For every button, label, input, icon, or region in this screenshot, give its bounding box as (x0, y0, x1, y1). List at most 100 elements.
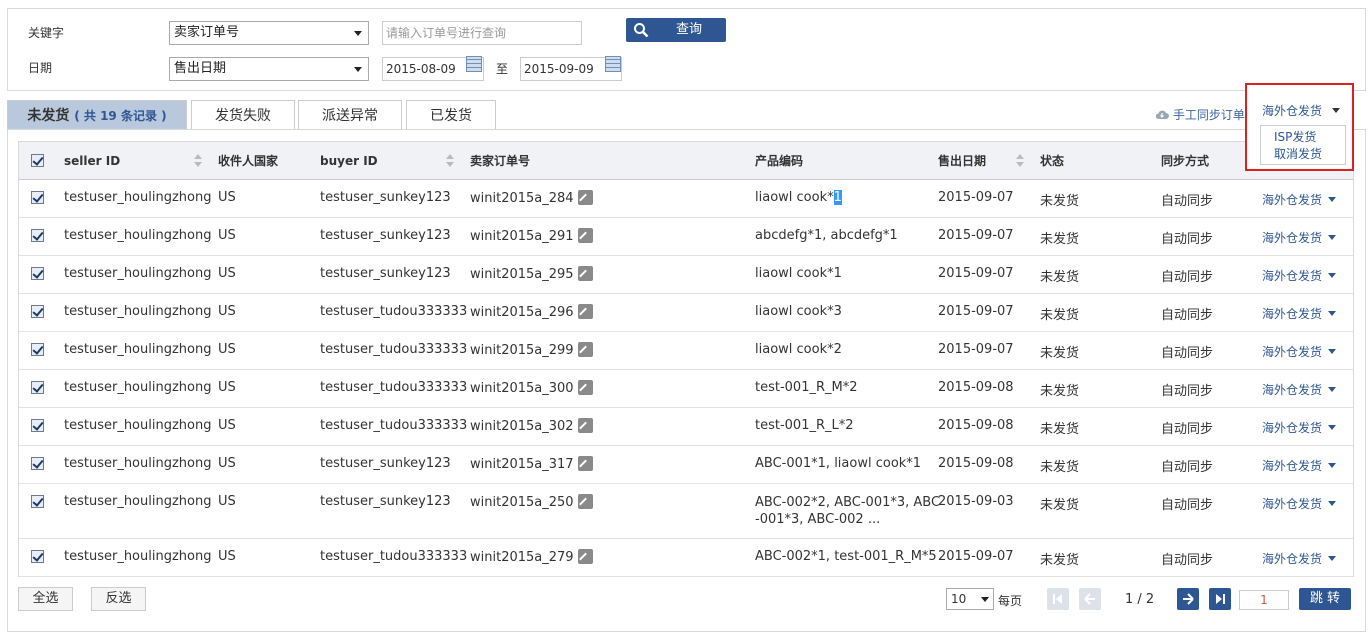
sort-icon[interactable] (1016, 154, 1024, 168)
country-cell: US (218, 380, 236, 395)
edit-icon[interactable] (577, 190, 593, 205)
row-checkbox[interactable] (31, 381, 44, 394)
tab-unshipped[interactable]: 未发货 ( 共 19 条记录 ) (7, 100, 187, 130)
calendar-icon[interactable] (466, 56, 482, 72)
col-buyer-id[interactable]: buyer ID (320, 142, 378, 180)
row-checkbox[interactable] (31, 191, 44, 204)
edit-icon[interactable] (577, 304, 593, 319)
edit-icon[interactable] (577, 494, 593, 509)
col-seller-id[interactable]: seller ID (64, 142, 120, 180)
next-page-button[interactable] (1177, 588, 1199, 610)
tab-delivery-exception[interactable]: 派送异常 (298, 100, 402, 130)
row-checkbox[interactable] (31, 419, 44, 432)
select-all-checkbox[interactable] (31, 154, 44, 167)
date-label: 日期 (28, 61, 53, 75)
product-code-cell: test-001_R_L*2 (755, 418, 854, 433)
manual-sync-link[interactable]: 手工同步订单 (1155, 106, 1245, 123)
chevron-down-icon (1328, 556, 1337, 561)
order-no-text: winit2015a_279 (470, 550, 574, 565)
row-ship-dropdown[interactable]: 海外仓发货 (1262, 267, 1337, 284)
jump-page-input[interactable]: 1 (1239, 590, 1289, 610)
sort-icon[interactable] (194, 154, 202, 168)
keyword-type-value: 卖家订单号 (174, 25, 240, 40)
status-cell: 未发货 (1040, 498, 1080, 513)
table-row: testuser_houlingzhong US testuser_sunkey12… (19, 484, 1353, 539)
col-product-code: 产品编码 (755, 154, 804, 168)
edit-icon[interactable] (577, 418, 593, 433)
edit-icon[interactable] (577, 549, 593, 564)
manual-sync-label: 手工同步订单 (1172, 108, 1245, 122)
col-sold-date[interactable]: 售出日期 (938, 142, 986, 180)
row-checkbox[interactable] (31, 550, 44, 563)
jump-button[interactable]: 跳 转 (1299, 588, 1351, 610)
row-checkbox[interactable] (31, 305, 44, 318)
search-button[interactable]: 查询 (626, 18, 726, 42)
edit-icon[interactable] (577, 228, 593, 243)
col-status: 状态 (1040, 154, 1065, 168)
row-ship-dropdown[interactable]: 海外仓发货 (1262, 343, 1337, 360)
keyword-type-select[interactable]: 卖家订单号 (169, 21, 369, 45)
row-checkbox[interactable] (31, 229, 44, 242)
row-ship-dropdown[interactable]: 海外仓发货 (1262, 305, 1337, 322)
seller-id-cell: testuser_houlingzhong (64, 304, 212, 319)
row-checkbox[interactable] (31, 267, 44, 280)
edit-icon[interactable] (577, 456, 593, 471)
tab-shipped[interactable]: 已发货 (406, 100, 496, 130)
country-cell: US (218, 494, 236, 509)
menu-item-isp-ship[interactable]: ISP发货 (1274, 128, 1316, 145)
sync-method-cell: 自动同步 (1161, 308, 1214, 323)
order-no-text: winit2015a_284 (470, 191, 574, 206)
row-ship-dropdown[interactable]: 海外仓发货 (1262, 550, 1337, 567)
prev-page-button[interactable] (1079, 588, 1101, 610)
row-checkbox[interactable] (31, 495, 44, 508)
chevron-down-icon (1328, 273, 1337, 278)
select-all-button[interactable]: 全选 (18, 587, 73, 611)
edit-icon[interactable] (577, 266, 593, 281)
chevron-down-icon (1328, 387, 1337, 392)
row-ship-label: 海外仓发货 (1262, 269, 1323, 283)
sort-icon[interactable] (446, 154, 454, 168)
order-no-text: winit2015a_250 (470, 495, 574, 510)
table-header: seller ID 收件人国家 buyer ID 卖家订单号 产品编码 售出日期… (19, 142, 1353, 180)
last-page-icon (1216, 594, 1225, 604)
buyer-id-cell: testuser_sunkey123 (320, 456, 451, 471)
last-page-button[interactable] (1209, 588, 1231, 610)
row-ship-dropdown[interactable]: 海外仓发货 (1262, 457, 1337, 474)
row-checkbox[interactable] (31, 343, 44, 356)
tab-ship-failed[interactable]: 发货失败 (191, 100, 295, 130)
row-ship-dropdown[interactable]: 海外仓发货 (1262, 381, 1337, 398)
order-no-cell: winit2015a_295 (470, 266, 593, 282)
seller-id-cell: testuser_houlingzhong (64, 418, 212, 433)
row-checkbox[interactable] (31, 457, 44, 470)
calendar-icon[interactable] (605, 56, 621, 72)
date-range-separator: 至 (496, 62, 509, 76)
edit-icon[interactable] (577, 380, 593, 395)
sync-method-cell: 自动同步 (1161, 422, 1214, 437)
row-ship-dropdown[interactable]: 海外仓发货 (1262, 229, 1337, 246)
date-type-select[interactable]: 售出日期 (169, 57, 369, 81)
status-cell: 未发货 (1040, 460, 1080, 475)
product-code-cell: ABC-002*1, test-001_R_M*5 (755, 549, 937, 564)
country-cell: US (218, 342, 236, 357)
row-ship-dropdown[interactable]: 海外仓发货 (1262, 495, 1337, 512)
buyer-id-cell: testuser_tudou333333 (320, 549, 468, 564)
page-size-select[interactable]: 10 (946, 588, 994, 610)
table-row: testuser_houlingzhong US testuser_sunkey12… (19, 180, 1353, 218)
search-button-label: 查询 (676, 22, 703, 37)
chevron-down-icon (1328, 463, 1337, 468)
buyer-id-cell: testuser_tudou333333 (320, 380, 468, 395)
row-ship-dropdown[interactable]: 海外仓发货 (1262, 419, 1337, 436)
menu-item-cancel-ship[interactable]: 取消发货 (1274, 145, 1322, 162)
invert-selection-button[interactable]: 反选 (91, 587, 146, 611)
product-code-cell: liaowl cook*2 (755, 342, 842, 357)
order-search-input[interactable]: 请输入订单号进行查询 (382, 21, 582, 45)
first-page-button[interactable] (1047, 588, 1069, 610)
edit-icon[interactable] (577, 342, 593, 357)
row-ship-label: 海外仓发货 (1262, 497, 1323, 511)
chevron-down-icon (1328, 311, 1337, 316)
product-code-text-cont: -001*3, ABC-002 ... (755, 512, 881, 527)
ship-dropdown-toggle[interactable]: 海外仓发货 (1262, 102, 1340, 119)
col-seller-order-no: 卖家订单号 (470, 154, 531, 168)
row-ship-label: 海外仓发货 (1262, 231, 1323, 245)
row-ship-dropdown[interactable]: 海外仓发货 (1262, 191, 1337, 208)
